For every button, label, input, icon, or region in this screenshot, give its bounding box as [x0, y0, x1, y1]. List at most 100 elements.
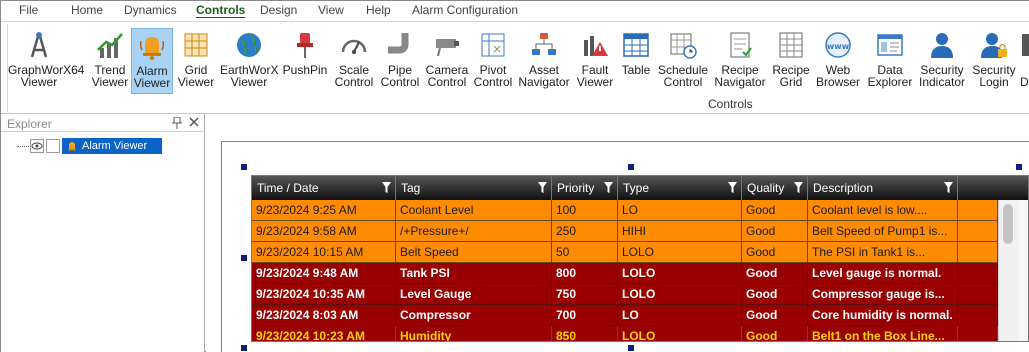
cell-filler	[958, 200, 998, 221]
button-label: Navigator	[518, 75, 570, 89]
table-row[interactable]: 9/23/2024 9:58 AM/+Pressure+/250 HIHI Good…	[252, 221, 998, 242]
cell-type: HIHI	[618, 221, 742, 242]
pushpin-button[interactable]: PushPin	[282, 28, 328, 94]
earthworx-viewer-button[interactable]: EarthWorX Viewer	[220, 28, 278, 94]
menu-design[interactable]: Design	[260, 3, 297, 17]
cell-quality: Good	[742, 284, 808, 305]
filter-icon[interactable]	[604, 182, 613, 193]
column-label: Type	[623, 181, 650, 195]
fault-viewer-button[interactable]: Fault Viewer	[574, 28, 616, 94]
cell-filler	[958, 242, 998, 263]
graphworx64-viewer-button[interactable]: GraphWorX64 Viewer	[8, 28, 84, 94]
button-label: Grid	[779, 75, 803, 89]
column-header-quality[interactable]: Quality	[742, 176, 808, 200]
cell-description: The PSI in Tank1 is...	[808, 242, 958, 263]
selection-handle[interactable]	[628, 345, 634, 351]
cell-priority: 700	[552, 305, 618, 326]
asset-navigator-button[interactable]: Asset Navigator	[518, 28, 570, 94]
table-row[interactable]: 9/23/2024 10:23 AM Humidity 850 LOLO Good Bel…	[252, 326, 998, 341]
asset-tree-icon	[532, 33, 556, 55]
alarm-bell-icon	[139, 37, 165, 60]
data-explorer-button[interactable]: Data Explorer	[866, 28, 914, 94]
explorer-header: Explorer	[1, 114, 205, 132]
pipe-icon	[388, 33, 409, 54]
selection-handle[interactable]	[241, 255, 247, 261]
button-label: Browser	[815, 75, 860, 89]
selection-handle[interactable]	[241, 164, 247, 170]
cell-description: Belt Speed of Pump1 is...	[808, 221, 958, 242]
security-login-icon	[981, 33, 1007, 58]
column-label: Priority	[557, 181, 595, 195]
cell-priority: 50	[552, 242, 618, 263]
column-header-priority[interactable]: Priority	[552, 176, 618, 200]
web-browser-button[interactable]: www Web Browser	[814, 28, 862, 94]
filter-icon[interactable]	[382, 182, 391, 193]
pushpin-icon	[297, 33, 313, 58]
pivot-control-button[interactable]: Pivot Control	[472, 28, 514, 94]
partial-button[interactable]: Di	[1020, 28, 1029, 94]
cell-quality: Good	[742, 326, 808, 341]
table-icon	[623, 33, 649, 57]
cell-time: 9/23/2024 9:48 AM	[252, 263, 396, 284]
filter-icon[interactable]	[794, 182, 803, 193]
design-canvas[interactable]: Time / Date Tag Priority Type Quality De…	[206, 114, 1029, 352]
menu-view[interactable]: View	[318, 3, 344, 17]
filter-icon[interactable]	[538, 182, 547, 193]
recipe-navigator-button[interactable]: Recipe Navigator	[712, 28, 768, 94]
cell-tag: /+Pressure+/	[396, 221, 552, 242]
security-login-button[interactable]: Security Login	[970, 28, 1018, 94]
lock-checkbox[interactable]	[46, 139, 60, 153]
button-label: Table	[621, 63, 651, 77]
menu-help[interactable]: Help	[366, 3, 391, 17]
menu-dynamics[interactable]: Dynamics	[124, 3, 177, 17]
scrollbar-thumb[interactable]	[1003, 204, 1013, 244]
grid-viewer-button[interactable]: Grid Viewer	[176, 28, 216, 94]
button-label: PushPin	[282, 63, 328, 77]
table-row[interactable]: 9/23/2024 10:35 AM Level Gauge 750 LOLO Good…	[252, 284, 998, 305]
menu-home[interactable]: Home	[71, 3, 103, 17]
schedule-icon	[670, 33, 697, 59]
menu-bar: File Home Dynamics Controls Design View …	[1, 1, 1029, 21]
schedule-control-button[interactable]: Schedule Control	[658, 28, 708, 94]
cell-type: LOLO	[618, 326, 742, 341]
tree-item-selected[interactable]: Alarm Viewer	[62, 138, 162, 154]
recipe-grid-button[interactable]: Recipe Grid	[770, 28, 812, 94]
close-icon[interactable]	[188, 116, 200, 128]
cell-type: LO	[618, 200, 742, 221]
trend-viewer-button[interactable]: Trend Viewer	[86, 28, 134, 94]
selection-handle[interactable]	[1016, 164, 1022, 170]
menu-controls[interactable]: Controls	[196, 3, 245, 17]
vertical-scrollbar[interactable]	[998, 200, 1018, 341]
menu-alarm-configuration[interactable]: Alarm Configuration	[412, 3, 518, 17]
selection-handle[interactable]	[628, 164, 634, 170]
cell-time: 9/23/2024 10:35 AM	[252, 284, 396, 305]
table-row[interactable]: 9/23/2024 10:15 AM Belt Speed 50 LOLO Good Th…	[252, 242, 998, 263]
column-header-description[interactable]: Description	[808, 176, 958, 200]
selection-handle[interactable]	[241, 345, 247, 351]
security-user-icon	[931, 33, 953, 58]
filter-icon[interactable]	[728, 182, 737, 193]
filter-icon[interactable]	[944, 182, 953, 193]
pin-icon[interactable]	[172, 117, 182, 129]
cell-priority: 250	[552, 221, 618, 242]
menu-file[interactable]: File	[19, 3, 38, 17]
camera-control-button[interactable]: Camera Control	[424, 28, 470, 94]
table-row[interactable]: 9/23/2024 9:25 AM Coolant Level 100 LO Good C…	[252, 200, 998, 221]
cell-time: 9/23/2024 10:15 AM	[252, 242, 396, 263]
security-indicator-button[interactable]: Security Indicator	[916, 28, 968, 94]
table-button[interactable]: Table	[618, 28, 654, 94]
tree-item-alarm-viewer[interactable]: Alarm Viewer	[17, 138, 207, 154]
table-row[interactable]: 9/23/2024 9:48 AM Tank PSI 800 LOLO Good Leve…	[252, 263, 998, 284]
column-header-type[interactable]: Type	[618, 176, 742, 200]
alarm-viewer-button[interactable]: Alarm Viewer	[131, 28, 173, 94]
column-header-tag[interactable]: Tag	[396, 176, 552, 200]
cell-tag: Level Gauge	[396, 284, 552, 305]
eye-icon[interactable]	[30, 139, 44, 153]
column-header-time[interactable]: Time / Date	[252, 176, 396, 200]
table-row[interactable]: 9/23/2024 8:03 AM Compressor 700 LO Good Core…	[252, 305, 998, 326]
cell-quality: Good	[742, 200, 808, 221]
alarm-viewer-control[interactable]: Time / Date Tag Priority Type Quality De…	[251, 175, 1029, 342]
fault-icon	[584, 36, 608, 56]
pipe-control-button[interactable]: Pipe Control	[378, 28, 422, 94]
scale-control-button[interactable]: Scale Control	[332, 28, 376, 94]
